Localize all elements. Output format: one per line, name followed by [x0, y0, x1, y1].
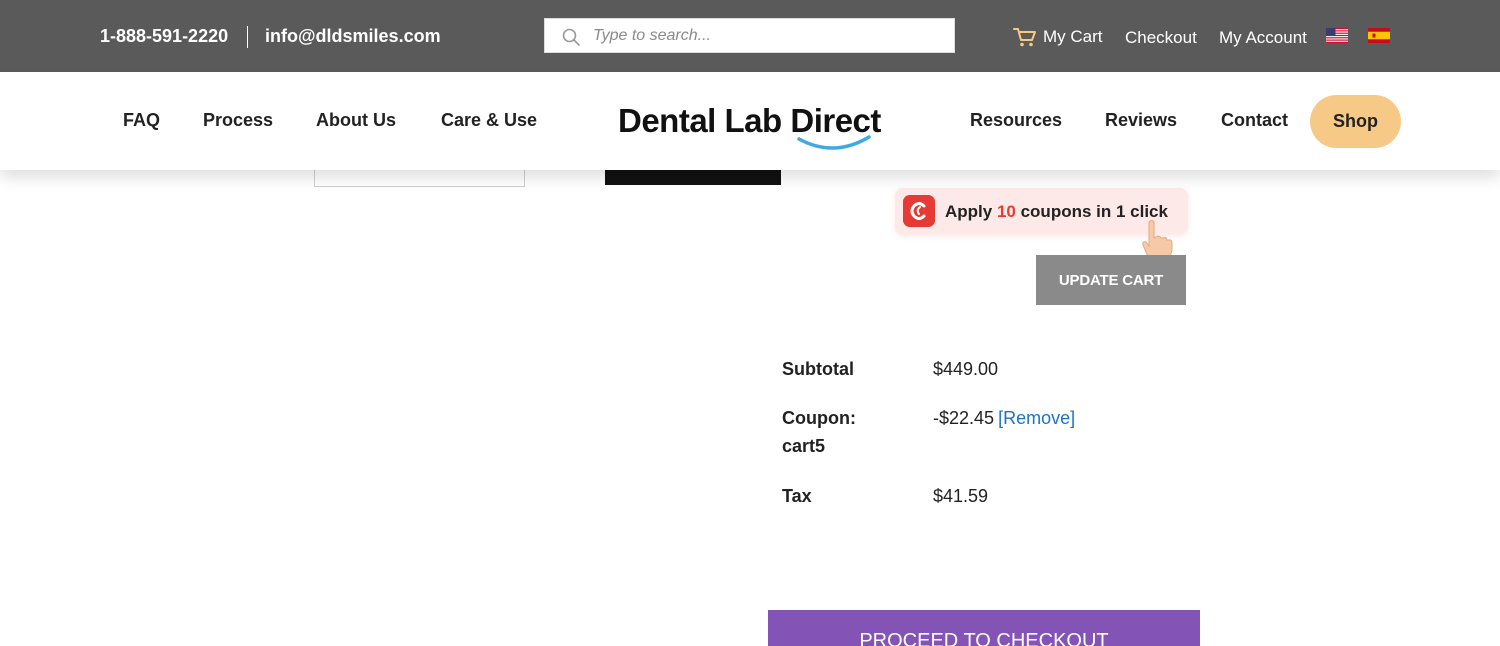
apply-coupon-button[interactable] — [605, 168, 781, 185]
update-cart-button[interactable]: UPDATE CART — [1036, 255, 1186, 305]
nav-item-reviews[interactable]: Reviews — [1105, 110, 1177, 131]
nav-item-contact[interactable]: Contact — [1221, 110, 1288, 131]
smile-icon — [797, 135, 871, 150]
coupon-code-input[interactable] — [314, 168, 525, 187]
site-logo[interactable]: Dental Lab Direct — [618, 102, 888, 158]
subtotal-label: Subtotal — [782, 359, 854, 379]
nav-item-faq[interactable]: FAQ — [123, 110, 160, 131]
my-cart-label: My Cart — [1043, 27, 1103, 46]
checkout-link[interactable]: Checkout — [1125, 28, 1197, 48]
coupon-text-prefix: Apply — [945, 202, 997, 221]
search-icon — [562, 28, 580, 46]
spain-flag-icon[interactable] — [1368, 28, 1390, 43]
coupon-discount-row: -$22.45 [Remove] — [933, 408, 1075, 429]
phone-link[interactable]: 1-888-591-2220 — [100, 26, 228, 47]
cart-icon — [1013, 28, 1036, 47]
tax-value: $41.59 — [933, 486, 989, 506]
nav-item-resources[interactable]: Resources — [970, 110, 1062, 131]
nav-item-care-use[interactable]: Care & Use — [441, 110, 537, 131]
email-link[interactable]: info@dldsmiles.com — [265, 26, 441, 47]
divider — [247, 26, 248, 48]
coupon-widget-text: Apply 10 coupons in 1 click — [945, 202, 1168, 222]
top-bar: 1-888-591-2220 info@dldsmiles.com My Car… — [0, 0, 1500, 72]
remove-coupon-link[interactable]: [Remove] — [998, 408, 1075, 428]
coupon-label: Coupon: — [782, 408, 856, 428]
my-cart-link[interactable]: My Cart — [1013, 26, 1103, 48]
tax-label: Tax — [782, 486, 812, 506]
coupon-count: 10 — [996, 202, 1016, 221]
proceed-to-checkout-button[interactable]: PROCEED TO CHECKOUT — [768, 610, 1200, 646]
main-navigation: FAQ Process About Us Care & Use Dental L… — [0, 72, 1500, 170]
shop-button[interactable]: Shop — [1310, 95, 1401, 148]
search-box — [544, 18, 955, 53]
my-account-link[interactable]: My Account — [1219, 28, 1307, 48]
coupon-logo-icon — [903, 195, 935, 227]
nav-item-about-us[interactable]: About Us — [316, 110, 396, 131]
coupon-discount-value: -$22.45 — [933, 408, 995, 428]
us-flag-icon[interactable] — [1326, 28, 1348, 43]
search-input[interactable] — [593, 23, 943, 49]
subtotal-value: $449.00 — [933, 359, 999, 379]
coupon-code-label: cart5 — [782, 436, 826, 456]
nav-item-process[interactable]: Process — [203, 110, 273, 131]
